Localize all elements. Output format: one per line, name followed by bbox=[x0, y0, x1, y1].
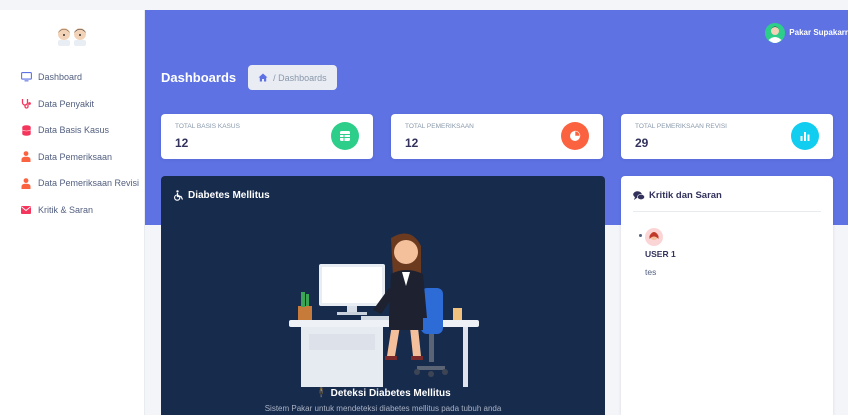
sidebar-item-data-pemeriksaan-revisi[interactable]: Data Pemeriksaan Revisi bbox=[0, 170, 144, 197]
sidebar-item-data-penyakit[interactable]: Data Penyakit bbox=[0, 91, 144, 118]
sidebar-item-label: Data Pemeriksaan bbox=[38, 151, 113, 162]
user-doctor-icon bbox=[20, 151, 32, 163]
feedback-card: Kritik dan Saran USER 1 tes bbox=[621, 176, 833, 415]
main-content: Pakar Supakarr Dashboards / Dashboards T… bbox=[145, 10, 848, 415]
avatar bbox=[765, 22, 786, 43]
wheelchair-icon bbox=[173, 190, 184, 201]
stat-label: TOTAL PEMERIKSAAN REVISI bbox=[635, 123, 727, 130]
envelope-icon bbox=[20, 204, 32, 216]
sidebar-item-dashboard[interactable]: Dashboard bbox=[0, 64, 144, 91]
sidebar-item-label: Data Penyakit bbox=[38, 98, 95, 109]
title-row: Dashboards / Dashboards bbox=[161, 65, 337, 90]
user-doctor-icon bbox=[20, 177, 32, 189]
card-title-text: Diabetes Mellitus bbox=[188, 190, 270, 201]
person-icon: 🕴 bbox=[315, 388, 331, 399]
bar-chart-icon bbox=[791, 122, 819, 150]
sidebar-item-label: Data Pemeriksaan Revisi bbox=[38, 178, 140, 189]
sidebar-nav: Dashboard Data Penyakit Data Basis Kasus… bbox=[0, 62, 144, 223]
diabetes-card: Diabetes Mellitus 🕴 Deteksi Diabetes Mel… bbox=[161, 176, 605, 415]
database-icon bbox=[20, 124, 32, 136]
home-icon[interactable] bbox=[258, 73, 268, 82]
breadcrumb-text[interactable]: / Dashboards bbox=[273, 73, 327, 83]
stat-label: TOTAL PEMERIKSAAN bbox=[405, 123, 474, 130]
user-menu[interactable]: Pakar Supakarr bbox=[765, 22, 848, 43]
user-name: Pakar Supakarr bbox=[789, 28, 848, 37]
sidebar-item-label: Dashboard bbox=[38, 72, 83, 83]
pie-chart-icon bbox=[561, 122, 589, 150]
stethoscope-icon bbox=[20, 98, 32, 110]
sidebar-item-label: Data Basis Kasus bbox=[38, 125, 110, 136]
stat-card-pemeriksaan-revisi: TOTAL PEMERIKSAAN REVISI 29 bbox=[621, 114, 833, 159]
comment-item: USER 1 tes bbox=[639, 228, 676, 277]
app-root: Dashboard Data Penyakit Data Basis Kasus… bbox=[0, 0, 848, 415]
stat-value: 12 bbox=[405, 136, 419, 150]
card-title-text: Kritik dan Saran bbox=[649, 190, 722, 201]
breadcrumb: / Dashboards bbox=[248, 65, 337, 90]
footer-title-text: Deteksi Diabetes Mellitus bbox=[330, 388, 451, 399]
comments-icon bbox=[633, 190, 645, 201]
doctor-desk-illustration bbox=[281, 228, 481, 388]
sidebar-item-label: Kritik & Saran bbox=[38, 204, 94, 215]
diabetes-footer-desc: Sistem Pakar untuk mendeteksi diabetes m… bbox=[264, 404, 502, 413]
avatar bbox=[645, 228, 663, 246]
diabetes-card-title: Diabetes Mellitus bbox=[173, 190, 270, 201]
diabetes-footer-title: 🕴 Deteksi Diabetes Mellitus bbox=[161, 388, 605, 399]
stat-value: 29 bbox=[635, 136, 649, 150]
comment-text: tes bbox=[645, 267, 657, 277]
sidebar-item-data-basis-kasus[interactable]: Data Basis Kasus bbox=[0, 117, 144, 144]
sidebar-item-kritik-saran[interactable]: Kritik & Saran bbox=[0, 197, 144, 224]
topbar: Pakar Supakarr bbox=[765, 10, 848, 55]
list-bullet bbox=[639, 234, 642, 237]
comment-user: USER 1 bbox=[645, 249, 676, 259]
page-title: Dashboards bbox=[161, 70, 237, 85]
feedback-card-title: Kritik dan Saran bbox=[633, 190, 821, 212]
stat-card-pemeriksaan: TOTAL PEMERIKSAAN 12 bbox=[391, 114, 603, 159]
stat-value: 12 bbox=[175, 136, 189, 150]
table-icon bbox=[331, 122, 359, 150]
sidebar-item-data-pemeriksaan[interactable]: Data Pemeriksaan bbox=[0, 144, 144, 171]
monitor-icon bbox=[20, 71, 32, 83]
sidebar: Dashboard Data Penyakit Data Basis Kasus… bbox=[0, 10, 145, 415]
doctors-logo-icon[interactable] bbox=[0, 10, 144, 62]
stat-label: TOTAL BASIS KASUS bbox=[175, 123, 240, 130]
top-strip bbox=[0, 0, 848, 10]
stat-card-basis-kasus: TOTAL BASIS KASUS 12 bbox=[161, 114, 373, 159]
